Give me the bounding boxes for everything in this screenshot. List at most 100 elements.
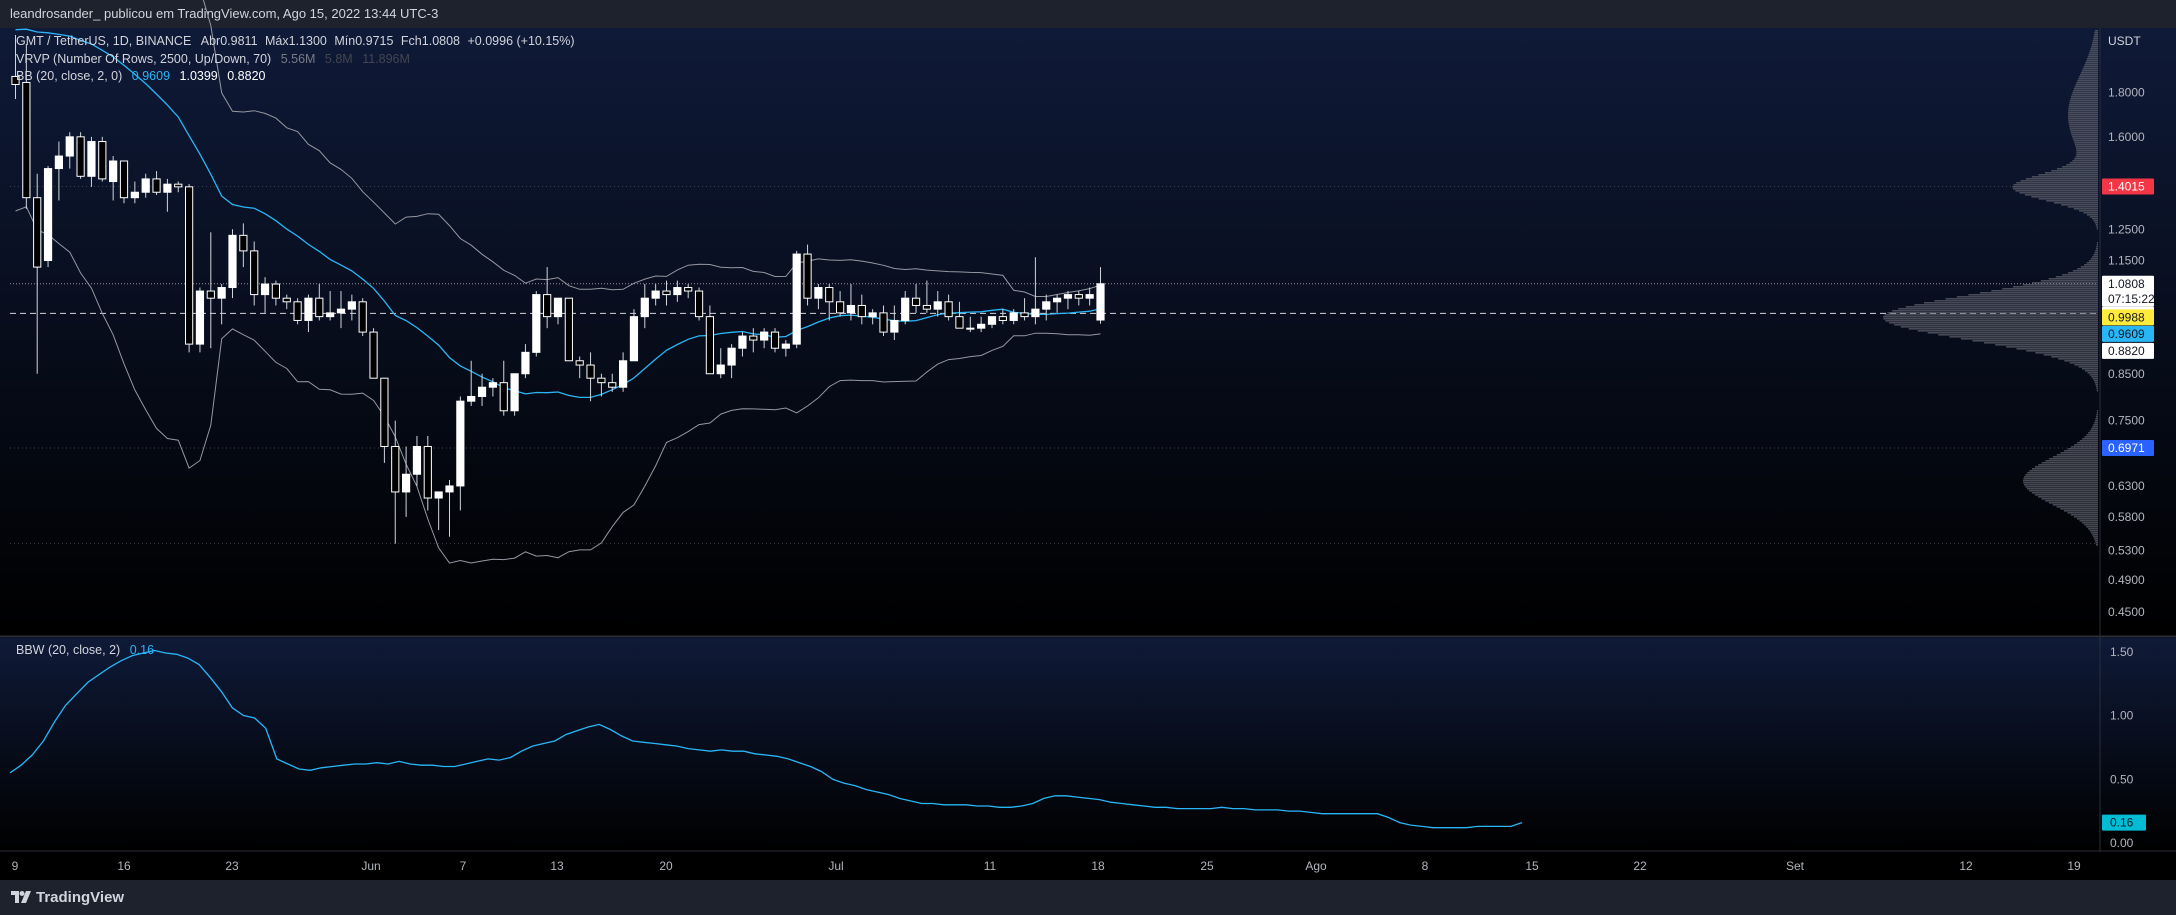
- volume-profile-row: [2074, 444, 2098, 446]
- volume-profile-row: [2088, 260, 2098, 262]
- bbw-tick-label: 1.00: [2110, 709, 2134, 723]
- candle-body: [803, 253, 812, 299]
- volume-profile-row: [2068, 118, 2098, 120]
- volume-profile-row: [1995, 344, 2098, 346]
- price-tick-label: 1.8000: [2108, 86, 2145, 100]
- volume-profile-row: [2084, 436, 2098, 438]
- price-badge: 0.8820: [2102, 342, 2154, 359]
- volume-profile-row: [2038, 496, 2098, 498]
- volume-profile-row: [2096, 410, 2098, 412]
- volume-profile-row: [2073, 88, 2098, 90]
- volume-profile-row: [2076, 152, 2098, 154]
- volume-profile-row: [2070, 130, 2098, 132]
- candle-body: [1085, 294, 1094, 299]
- volume-profile-row: [2025, 486, 2098, 488]
- volume-profile-row: [1883, 316, 2098, 318]
- candle-body: [651, 290, 660, 299]
- bbw-pane-background: [0, 638, 2176, 850]
- volume-profile-row: [2096, 390, 2098, 392]
- candle-body: [293, 301, 302, 321]
- volume-profile-row: [2075, 146, 2098, 148]
- volume-profile-row: [2029, 470, 2098, 472]
- price-badge-label: 0.8820: [2108, 344, 2145, 358]
- candle-body: [879, 312, 888, 333]
- volume-profile-row: [2096, 226, 2098, 228]
- volume-profile-row: [2069, 128, 2098, 130]
- volume-profile-row: [2027, 488, 2098, 490]
- volume-profile-row: [2076, 154, 2098, 156]
- bb-name: BB (20, close, 2, 0): [16, 69, 123, 83]
- volume-profile-row: [2094, 222, 2098, 224]
- bb-legend[interactable]: BB (20, close, 2, 0) 0.9609 1.0399 0.882…: [16, 69, 265, 83]
- price-tick-label: 0.8500: [2108, 367, 2145, 381]
- volume-profile-row: [2055, 276, 2098, 278]
- candle-body: [553, 297, 563, 318]
- volume-profile-row: [2087, 56, 2098, 58]
- volume-profile-row: [2034, 494, 2098, 496]
- volume-profile-row: [2095, 248, 2098, 250]
- price-badge: 07:15:22: [2102, 290, 2155, 307]
- candle-body: [1053, 297, 1062, 303]
- volume-profile-row: [2081, 70, 2098, 72]
- candle-body: [402, 473, 411, 493]
- volume-profile-row: [2075, 84, 2098, 86]
- candle: [510, 373, 519, 416]
- time-tick-label: 25: [1200, 859, 1214, 873]
- volume-profile-row: [2073, 208, 2098, 210]
- volume-profile-row: [2093, 254, 2098, 256]
- volume-profile-row: [2071, 94, 2098, 96]
- candle-body: [315, 297, 324, 318]
- volume-profile-row: [2006, 346, 2098, 348]
- volume-profile-row: [2063, 510, 2098, 512]
- volume-profile-row: [2048, 278, 2098, 280]
- symbol-legend: GMT / TetherUS, 1D, BINANCE Abr0.9811 Má…: [16, 34, 575, 48]
- chart-area[interactable]: USDT 1.8000 1.6000 1.2500 1.1500 0.8500 0.7500…: [0, 0, 2176, 915]
- candle-body: [1020, 312, 1029, 318]
- volume-profile-row: [2052, 504, 2098, 506]
- candle-body: [185, 186, 194, 345]
- volume-profile-row: [2051, 356, 2098, 358]
- volume-profile-row: [2069, 362, 2098, 364]
- volume-profile-row: [2072, 160, 2098, 162]
- volume-profile-row: [2092, 256, 2098, 258]
- candle-body: [966, 327, 975, 330]
- volume-profile-row: [2079, 74, 2098, 76]
- candle-body: [738, 335, 747, 349]
- volume-profile-row: [2096, 228, 2098, 230]
- volume-profile-row: [1917, 330, 2098, 332]
- volume-profile-row: [2031, 468, 2098, 470]
- volume-profile-row: [2061, 204, 2098, 206]
- volume-profile-row: [2068, 112, 2098, 114]
- volume-profile-row: [2092, 426, 2098, 428]
- volume-profile-row: [2086, 58, 2098, 60]
- candle-body: [1096, 283, 1105, 321]
- volume-profile-row: [2077, 268, 2098, 270]
- time-tick-label: 8: [1422, 859, 1429, 873]
- volume-profile-row: [2070, 132, 2098, 134]
- high-value: 1.1300: [288, 34, 327, 48]
- candle-body: [152, 178, 161, 193]
- volume-profile-row: [1898, 308, 2098, 310]
- candle-body: [716, 364, 725, 375]
- candle-body: [868, 312, 877, 318]
- volume-profile-row: [1887, 312, 2098, 314]
- volume-profile-row: [2082, 368, 2098, 370]
- candle: [792, 250, 801, 349]
- volume-profile-row: [2040, 280, 2098, 282]
- volume-profile-row: [2089, 216, 2098, 218]
- price-badge: 1.0808: [2102, 275, 2154, 292]
- price-tick-label: 0.7500: [2108, 414, 2145, 428]
- volume-profile-row: [2089, 430, 2098, 432]
- volume-profile-row: [2096, 242, 2098, 244]
- volume-profile-row: [2089, 50, 2098, 52]
- volume-profile-row: [2095, 542, 2098, 544]
- bbw-legend[interactable]: BBW (20, close, 2) 0.16: [16, 643, 154, 657]
- candle-body: [1042, 301, 1051, 310]
- candle-body: [477, 386, 487, 397]
- tradingview-logo-icon: [11, 891, 31, 903]
- bb-basis-value: 0.9609: [131, 69, 171, 83]
- vrvp-legend[interactable]: VRVP (Number Of Rows, 2500, Up/Down, 70)…: [16, 52, 410, 66]
- volume-profile-row: [2092, 42, 2098, 44]
- candle-body: [510, 373, 519, 412]
- volume-profile-row: [2029, 490, 2098, 492]
